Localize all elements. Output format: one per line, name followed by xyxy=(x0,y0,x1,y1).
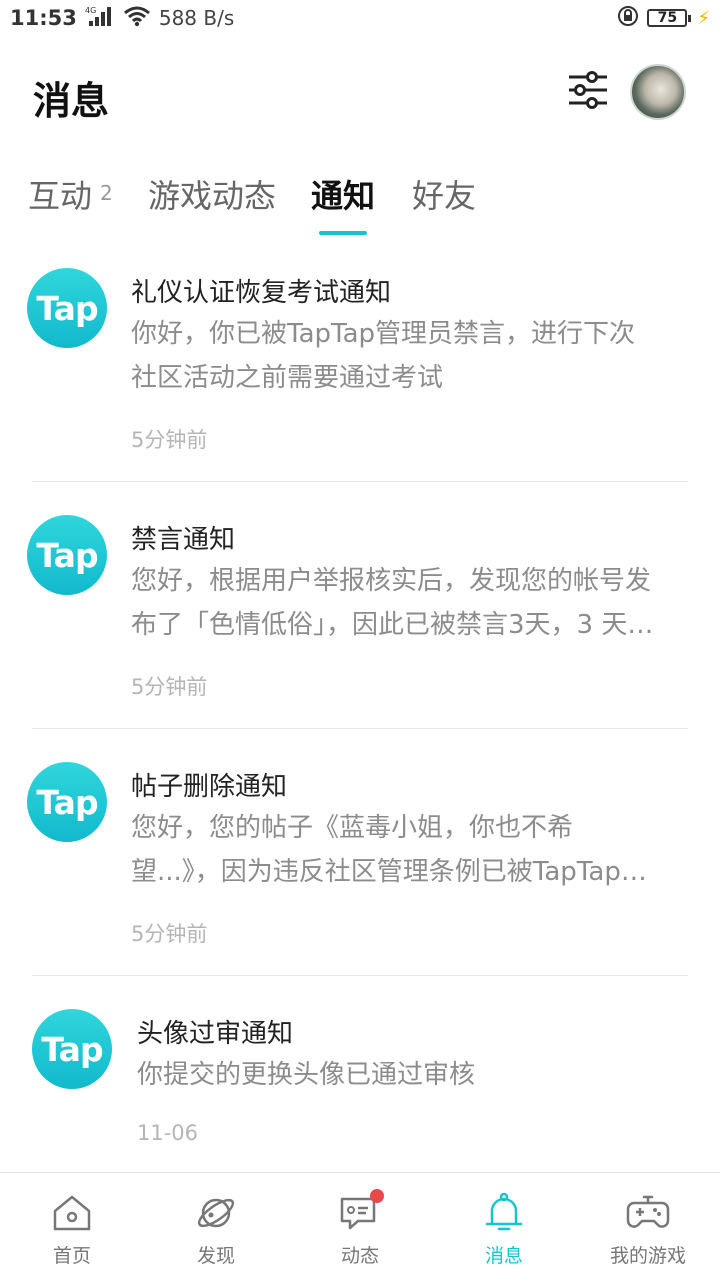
page-title: 消息 xyxy=(33,79,110,123)
tab-friends[interactable]: 好友 xyxy=(412,171,476,217)
notification-title: 禁言通知 xyxy=(131,525,236,555)
nav-messages-label: 消息 xyxy=(484,1245,523,1267)
active-tab-indicator xyxy=(319,231,367,235)
notification-body-line: 你好，你已被TapTap管理员禁言，进行下次 xyxy=(131,319,636,349)
notification-body-line: 你提交的更换头像已通过审核 xyxy=(137,1060,476,1090)
notification-body-line: 您好，根据用户举报核实后，发现您的帐号发 xyxy=(131,566,652,596)
tab-interaction[interactable]: 互动 xyxy=(28,171,92,217)
home-icon xyxy=(50,1191,94,1235)
chat-icon xyxy=(338,1189,384,1235)
bottom-nav: 首页 发现 动态 消息 我的游戏 xyxy=(0,1172,720,1280)
tab-notifications[interactable]: 通知 xyxy=(311,171,375,217)
status-bar: 11:53 4G 588 B/s 75 ⚡ xyxy=(0,0,720,36)
battery-level: 75 xyxy=(657,10,678,26)
notification-time: 11-06 xyxy=(137,1121,199,1145)
taptap-logo-icon: Tap xyxy=(27,515,107,595)
notification-body-line: 望...》，因为违反社区管理条例已被TapTap… xyxy=(131,857,647,887)
nav-discover-label: 发现 xyxy=(196,1245,235,1267)
notification-title: 礼仪认证恢复考试通知 xyxy=(131,278,392,308)
notification-time: 5分钟前 xyxy=(131,675,208,699)
gamepad-icon xyxy=(626,1191,670,1235)
bell-icon xyxy=(482,1191,526,1235)
nav-feed[interactable]: 动态 xyxy=(288,1173,432,1281)
network-type-label: 4G xyxy=(85,6,96,15)
taptap-logo-icon: Tap xyxy=(32,1009,112,1089)
list-item[interactable]: Tap 头像过审通知 你提交的更换头像已通过审核 11-06 xyxy=(0,976,720,1172)
status-time: 11:53 xyxy=(10,6,77,30)
battery-indicator: 75 xyxy=(647,9,692,27)
charging-icon: ⚡ xyxy=(697,7,710,29)
signal-icon: 4G xyxy=(85,5,115,32)
filter-settings-icon[interactable] xyxy=(566,68,610,112)
header: 消息 xyxy=(0,58,720,128)
planet-icon xyxy=(194,1191,238,1235)
nav-home-label: 首页 xyxy=(52,1245,91,1267)
notification-body: 您好，您的帖子《蓝毒小姐，你也不希 望...》，因为违反社区管理条例已被TapT… xyxy=(131,806,679,894)
notification-body-line: 您好，您的帖子《蓝毒小姐，你也不希 xyxy=(131,813,574,843)
notification-body-line: 社区活动之前需要通过考试 xyxy=(131,363,444,393)
tab-bar: 互动 2 游戏动态 通知 好友 xyxy=(0,165,720,235)
unread-dot xyxy=(370,1189,384,1203)
nav-discover[interactable]: 发现 xyxy=(144,1173,288,1281)
nav-my-games[interactable]: 我的游戏 xyxy=(576,1173,720,1281)
rotation-lock-icon xyxy=(617,5,639,32)
avatar[interactable] xyxy=(630,64,686,120)
notification-title: 帖子删除通知 xyxy=(131,772,288,802)
nav-home[interactable]: 首页 xyxy=(0,1173,144,1281)
nav-feed-label: 动态 xyxy=(340,1245,379,1267)
list-item[interactable]: Tap 禁言通知 您好，根据用户举报核实后，发现您的帐号发 布了「色情低俗」，因… xyxy=(0,482,720,729)
notification-body: 您好，根据用户举报核实后，发现您的帐号发 布了「色情低俗」，因此已被禁言3天，3… xyxy=(131,559,679,647)
nav-my-games-label: 我的游戏 xyxy=(609,1245,686,1267)
nav-messages[interactable]: 消息 xyxy=(432,1173,576,1281)
taptap-logo-icon: Tap xyxy=(27,268,107,348)
notification-body-line: 布了「色情低俗」，因此已被禁言3天，3 天… xyxy=(131,610,654,640)
notification-time: 5分钟前 xyxy=(131,428,208,452)
notification-body: 你好，你已被TapTap管理员禁言，进行下次 社区活动之前需要通过考试 xyxy=(131,312,679,400)
tab-game-updates[interactable]: 游戏动态 xyxy=(148,171,276,217)
notification-list: Tap 礼仪认证恢复考试通知 你好，你已被TapTap管理员禁言，进行下次 社区… xyxy=(0,250,720,1172)
taptap-logo-icon: Tap xyxy=(27,762,107,842)
wifi-icon xyxy=(123,5,151,32)
tab-interaction-badge: 2 xyxy=(100,181,113,205)
notification-time: 5分钟前 xyxy=(131,922,208,946)
notification-body: 你提交的更换头像已通过审核 xyxy=(137,1053,685,1097)
list-item[interactable]: Tap 帖子删除通知 您好，您的帖子《蓝毒小姐，你也不希 望...》，因为违反社… xyxy=(0,729,720,976)
list-item[interactable]: Tap 礼仪认证恢复考试通知 你好，你已被TapTap管理员禁言，进行下次 社区… xyxy=(0,250,720,482)
network-speed: 588 B/s xyxy=(158,6,235,30)
notification-title: 头像过审通知 xyxy=(137,1019,294,1049)
